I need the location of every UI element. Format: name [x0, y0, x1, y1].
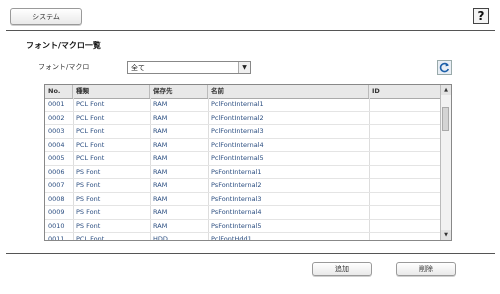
cell-type: PCL Font: [76, 235, 105, 241]
cell-no: 0004: [48, 140, 65, 149]
page-title: フォント/マクロ一覧: [26, 41, 101, 50]
table-row[interactable]: 0009 PS Font RAM PsFontInternal4: [45, 206, 441, 220]
cell-no: 0005: [48, 154, 65, 162]
table-row[interactable]: 0005 PCL Font RAM PclFontInternal5: [45, 152, 441, 166]
cell-no: 0003: [48, 127, 65, 135]
table-row[interactable]: 0008 PS Font RAM PsFontInternal3: [45, 193, 441, 206]
cell-name: PclFontInternal1: [211, 100, 264, 108]
cell-name: PclFontInternal5: [211, 154, 264, 162]
system-button[interactable]: システム: [10, 8, 82, 25]
cell-no: 0009: [48, 208, 65, 216]
cell-no: 0002: [48, 113, 65, 122]
cell-storage: RAM: [153, 208, 168, 216]
scroll-down-icon[interactable]: ▼: [441, 230, 451, 240]
cell-no: 0001: [48, 100, 65, 108]
cell-storage: RAM: [153, 194, 168, 203]
cell-id: [369, 220, 441, 233]
table-row[interactable]: 0007 PS Font RAM PsFontInternal2: [45, 179, 441, 193]
cell-id: [369, 233, 441, 240]
cell-id: [369, 112, 441, 125]
cell-storage: RAM: [153, 100, 168, 108]
column-header-name: 名前: [208, 85, 369, 98]
cell-storage: RAM: [153, 113, 168, 122]
cell-storage: RAM: [153, 221, 168, 230]
cell-no: 0011: [48, 235, 65, 241]
table-row[interactable]: 0002 PCL Font RAM PclFontInternal2: [45, 112, 441, 125]
cell-id: [369, 206, 441, 219]
table-row[interactable]: 0011 PCL Font HDD PclFontHdd1: [45, 233, 441, 241]
cell-type: PCL Font: [76, 154, 105, 162]
chevron-down-icon[interactable]: ▼: [238, 62, 250, 73]
table-row[interactable]: 0006 PS Font RAM PsFontInternal1: [45, 166, 441, 179]
cell-no: 0008: [48, 194, 65, 203]
cell-type: PS Font: [76, 208, 101, 216]
column-header-type: 種類: [73, 85, 150, 98]
cell-name: PsFontInternal2: [211, 181, 262, 189]
cell-type: PS Font: [76, 221, 101, 230]
column-header-no: No.: [45, 85, 73, 98]
filter-select-value: 全て: [131, 64, 145, 72]
table-row[interactable]: 0004 PCL Font RAM PclFontInternal4: [45, 139, 441, 152]
cell-name: PclFontInternal4: [211, 140, 264, 149]
cell-id: [369, 166, 441, 179]
bottom-divider: [6, 253, 495, 254]
cell-id: [369, 152, 441, 165]
cell-id: [369, 125, 441, 138]
top-divider: [6, 30, 495, 31]
refresh-icon[interactable]: [437, 60, 452, 75]
cell-type: PS Font: [76, 194, 101, 203]
cell-type: PCL Font: [76, 100, 105, 108]
table-row[interactable]: 0010 PS Font RAM PsFontInternal5: [45, 220, 441, 233]
filter-label: フォント/マクロ: [38, 63, 90, 71]
cell-name: PsFontInternal5: [211, 221, 262, 230]
cell-storage: RAM: [153, 140, 168, 149]
scroll-thumb[interactable]: [442, 107, 449, 131]
cell-id: [369, 179, 441, 192]
table-row[interactable]: 0001 PCL Font RAM PclFontInternal1: [45, 98, 441, 112]
cell-id: [369, 139, 441, 152]
cell-storage: RAM: [153, 154, 168, 162]
cell-id: [369, 98, 441, 111]
delete-button[interactable]: 削除: [396, 262, 456, 276]
cell-no: 0007: [48, 181, 65, 189]
cell-storage: HDD: [153, 235, 168, 241]
cell-id: [369, 193, 441, 206]
cell-name: PsFontInternal3: [211, 194, 262, 203]
cell-no: 0006: [48, 167, 65, 176]
cell-name: PclFontHdd1: [211, 235, 252, 241]
table-header: No. 種類 保存先 名前 ID: [45, 85, 441, 99]
help-icon[interactable]: ?: [473, 8, 489, 24]
cell-type: PS Font: [76, 167, 101, 176]
filter-select[interactable]: 全て ▼: [127, 61, 251, 74]
cell-name: PclFontInternal2: [211, 113, 264, 122]
cell-type: PCL Font: [76, 113, 105, 122]
cell-type: PCL Font: [76, 127, 105, 135]
column-header-storage: 保存先: [150, 85, 208, 98]
table-row[interactable]: 0003 PCL Font RAM PclFontInternal3: [45, 125, 441, 139]
cell-storage: RAM: [153, 181, 168, 189]
cell-type: PS Font: [76, 181, 101, 189]
cell-name: PclFontInternal3: [211, 127, 264, 135]
cell-name: PsFontInternal1: [211, 167, 262, 176]
column-header-id: ID: [372, 87, 380, 95]
cell-storage: RAM: [153, 167, 168, 176]
add-button[interactable]: 追加: [312, 262, 372, 276]
font-macro-table: No. 種類 保存先 名前 ID 0001 PCL Font RAM PclFontI…: [44, 84, 452, 241]
table-body: 0001 PCL Font RAM PclFontInternal1 0002 PCL F…: [45, 98, 441, 241]
cell-storage: RAM: [153, 127, 168, 135]
cell-name: PsFontInternal4: [211, 208, 262, 216]
scroll-up-icon[interactable]: ▲: [441, 85, 451, 95]
cell-no: 0010: [48, 221, 65, 230]
cell-type: PCL Font: [76, 140, 105, 149]
top-bar: システム ?: [0, 0, 500, 30]
table-scrollbar[interactable]: ▲ ▼: [440, 85, 451, 240]
